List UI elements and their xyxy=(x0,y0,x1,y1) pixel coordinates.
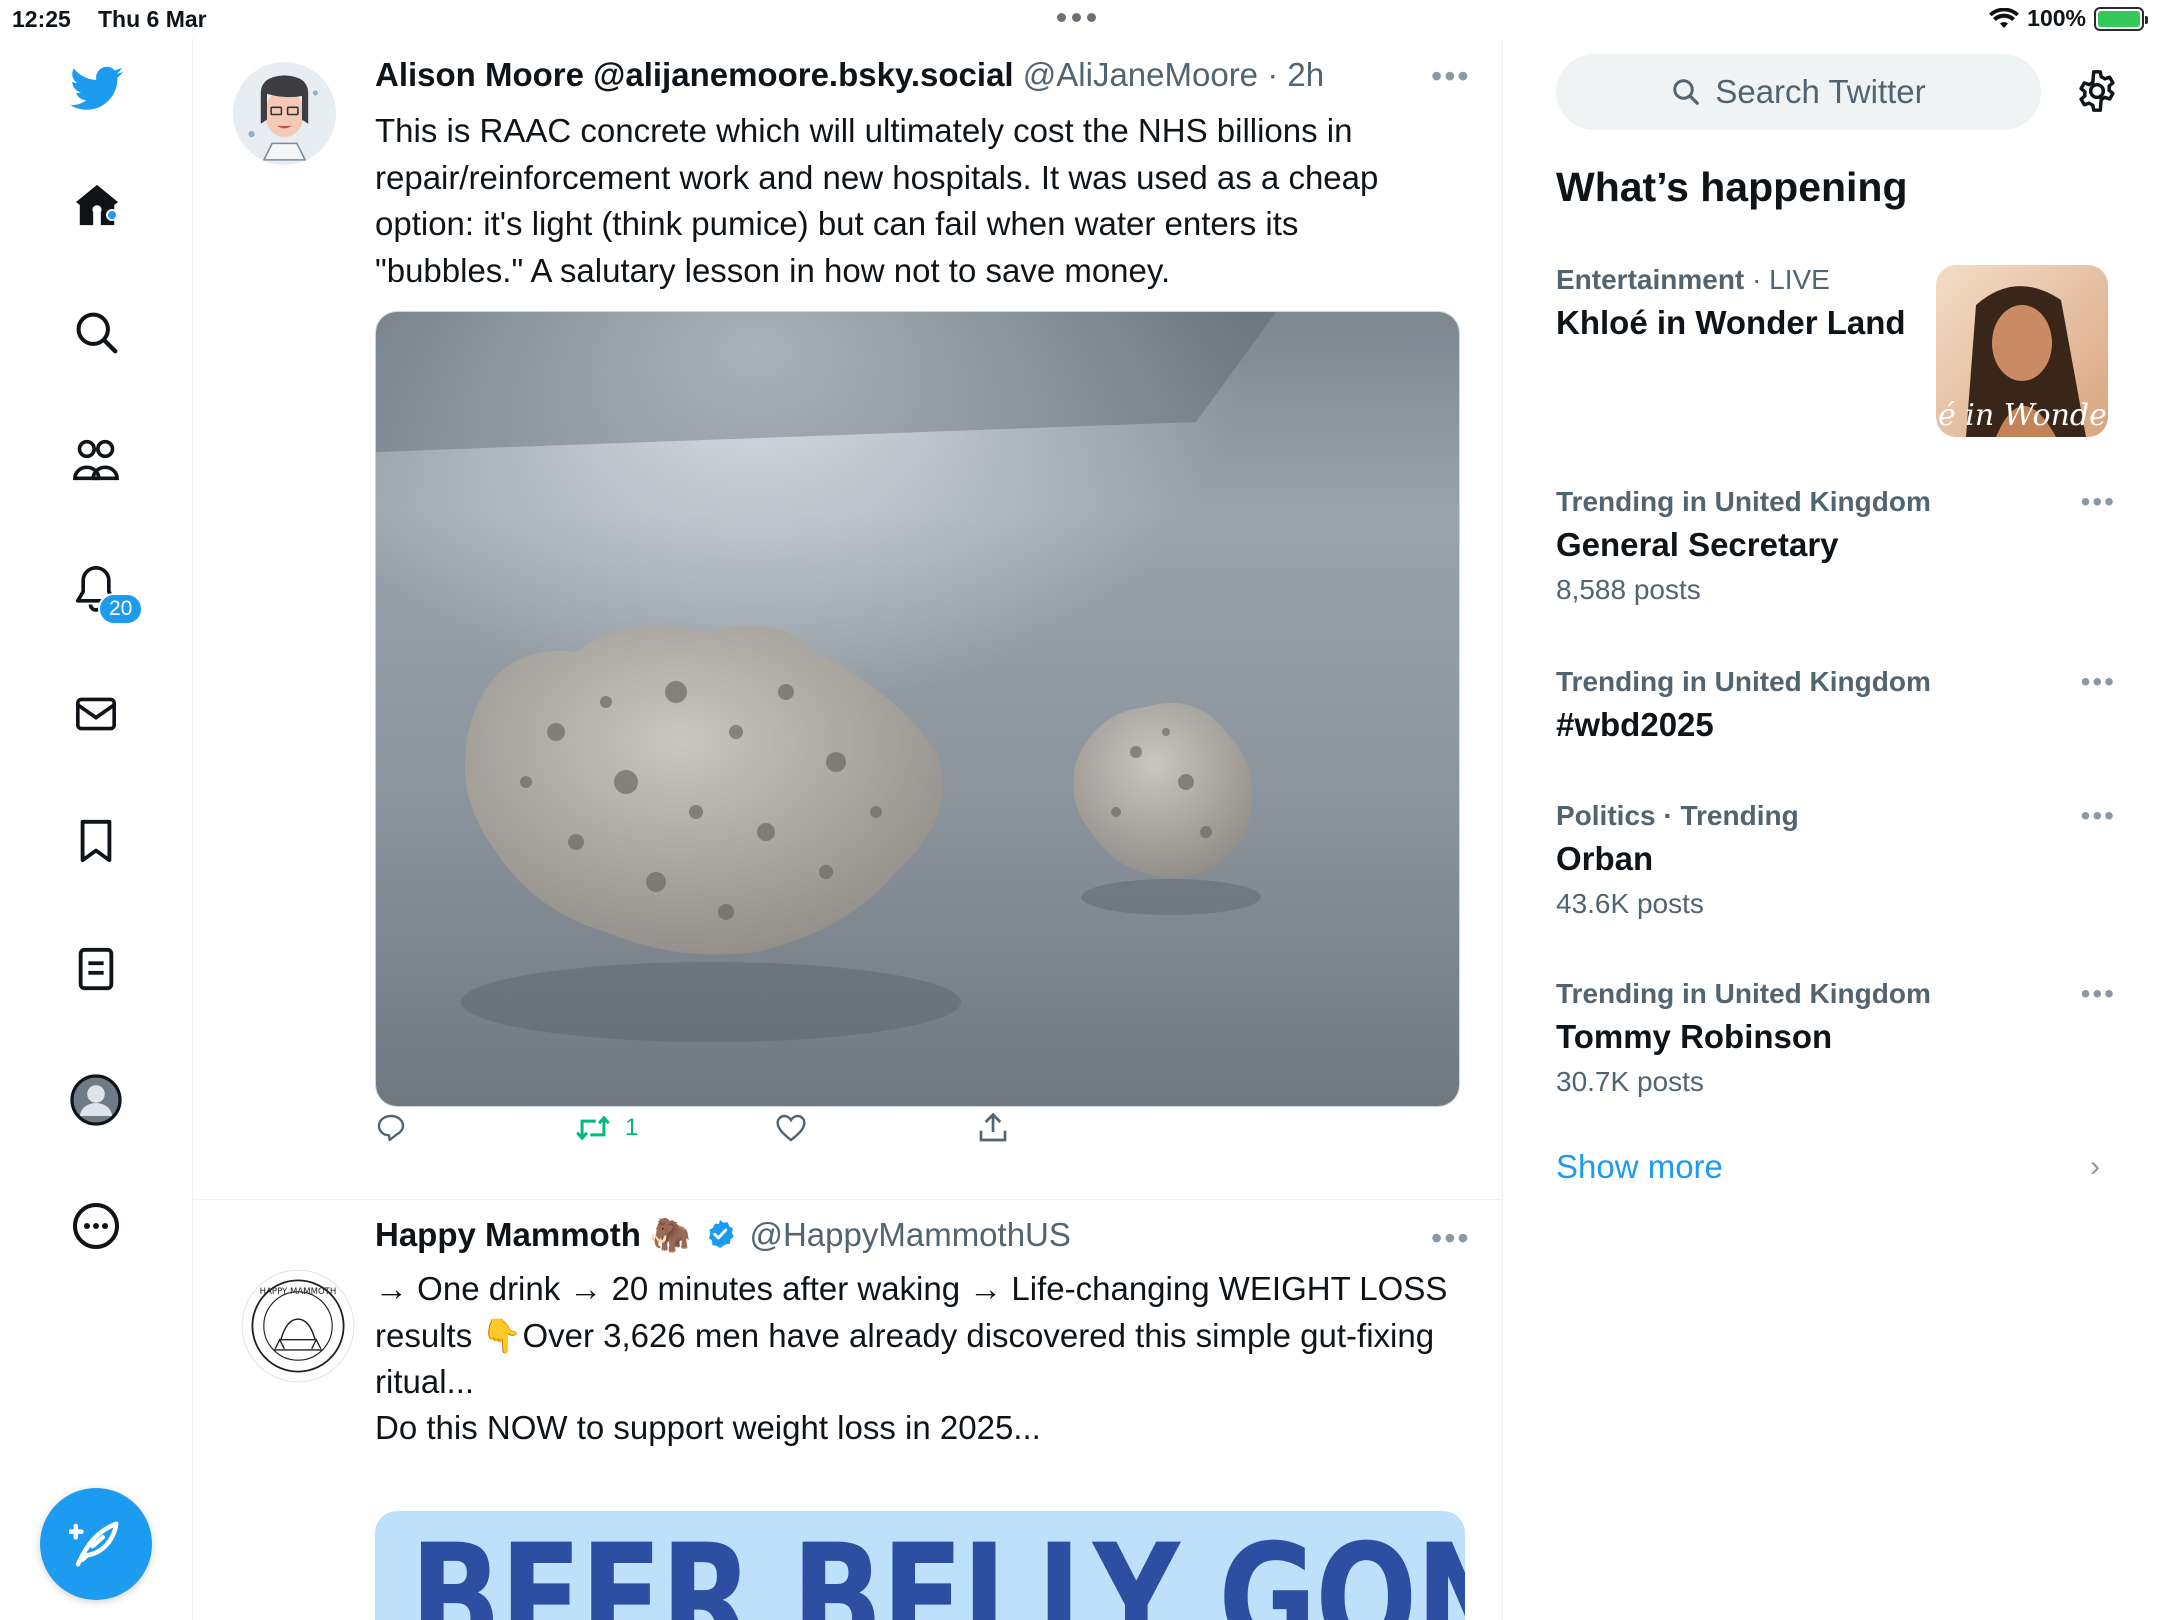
trend-item-orban[interactable]: Politics · Trending Orban 43.6K posts ••… xyxy=(1556,800,2116,920)
timeline[interactable]: Alison Moore @alijanemoore.bsky.social @… xyxy=(193,38,1503,1620)
multitasking-dots-icon[interactable] xyxy=(1057,13,1096,22)
trend-item-tommy-robinson[interactable]: Trending in United Kingdom Tommy Robinso… xyxy=(1556,978,2116,1098)
raac-concrete-photo[interactable] xyxy=(375,311,1460,1107)
share-button[interactable] xyxy=(978,1112,1008,1144)
trend-count: 43.6K posts xyxy=(1556,888,1704,919)
happy-mammoth-avatar[interactable]: HAPPY MAMMOTH xyxy=(241,1269,355,1383)
battery-percent: 100% xyxy=(2027,5,2086,31)
tweet-more-button[interactable]: ••• xyxy=(1431,1220,1471,1257)
ad-banner-text: BEER BELLY GONE xyxy=(410,1513,1465,1620)
twitter-logo-icon[interactable] xyxy=(70,66,124,112)
bookmarks-icon[interactable] xyxy=(78,818,114,864)
retweet-count: 1 xyxy=(625,1114,639,1141)
right-sidebar: Search Twitter What’s happening Entertai… xyxy=(1504,38,2160,1620)
verified-badge-icon xyxy=(709,1220,734,1248)
featured-image-caption: é in Wonder L xyxy=(1938,398,2108,433)
trend-count: 8,588 posts xyxy=(1556,574,1701,605)
trend-item-wbd2025[interactable]: Trending in United Kingdom #wbd2025 ••• xyxy=(1556,666,2116,744)
status-time: 12:25 xyxy=(12,6,71,32)
trend-more-button[interactable]: ••• xyxy=(2081,978,2116,1010)
reply-button[interactable] xyxy=(375,1112,407,1144)
tweet-header: Happy Mammoth 🦣 @HappyMammothUS xyxy=(375,1216,1071,1255)
search-icon[interactable] xyxy=(74,310,118,354)
trend-count: 30.7K posts xyxy=(1556,1066,1704,1097)
chevron-right-icon[interactable]: › xyxy=(2090,1150,2100,1184)
trend-title: #wbd2025 xyxy=(1556,706,1714,743)
author-name[interactable]: Alison Moore @alijanemoore.bsky.social xyxy=(375,56,1014,93)
trend-context: Trending in United Kingdom xyxy=(1556,666,1931,697)
retweet-button[interactable]: 1 xyxy=(575,1113,638,1143)
status-bar: 12:25 Thu 6 Mar 100% xyxy=(0,0,2160,38)
featured-live: · LIVE xyxy=(1752,264,1830,295)
tweet-divider xyxy=(193,1199,1502,1200)
alison-moore-avatar[interactable] xyxy=(233,62,336,165)
retweet-icon xyxy=(576,1115,610,1141)
profile-avatar-icon[interactable] xyxy=(70,1074,122,1126)
compose-feather-icon xyxy=(69,1521,119,1567)
tweet-text: This is RAAC concrete which will ultimat… xyxy=(375,112,1379,289)
reply-icon xyxy=(377,1114,405,1142)
featured-trend[interactable]: Entertainment · LIVE Khloé in Wonder Lan… xyxy=(1556,264,1936,342)
search-icon xyxy=(1673,79,1700,105)
tweet-header: Alison Moore @alijanemoore.bsky.social @… xyxy=(375,56,1324,94)
share-icon xyxy=(979,1112,1007,1142)
author-handle-time[interactable]: @AliJaneMoore · 2h xyxy=(1023,56,1324,93)
author-handle[interactable]: @HappyMammothUS xyxy=(749,1216,1070,1253)
trend-title: Tommy Robinson xyxy=(1556,1018,1833,1055)
featured-context: Entertainment · LIVE xyxy=(1556,264,1936,296)
like-button[interactable] xyxy=(775,1113,807,1143)
wifi-icon xyxy=(1989,7,2020,28)
mammoth-logo-text: HAPPY MAMMOTH xyxy=(260,1287,337,1297)
featured-category: Entertainment xyxy=(1556,264,1745,295)
show-more-link[interactable]: Show more xyxy=(1556,1148,1723,1186)
tweet-more-button[interactable]: ••• xyxy=(1431,58,1471,95)
settings-gear-icon[interactable] xyxy=(2074,68,2120,114)
featured-trend-image[interactable]: é in Wonder L xyxy=(1936,265,2108,437)
tweet-text: → One drink → 20 minutes after waking → … xyxy=(375,1270,1448,1400)
trend-item-general-secretary[interactable]: Trending in United Kingdom General Secre… xyxy=(1556,486,2116,606)
search-twitter-input[interactable]: Search Twitter xyxy=(1556,54,2041,130)
status-date: Thu 6 Mar xyxy=(98,6,207,32)
home-new-dot xyxy=(106,209,118,221)
left-navigation: 20 xyxy=(0,38,193,1620)
trend-more-button[interactable]: ••• xyxy=(2081,486,2116,518)
whats-happening-title: What’s happening xyxy=(1556,164,1908,210)
battery-icon xyxy=(2094,6,2148,31)
messages-envelope-icon[interactable] xyxy=(74,694,118,734)
more-options-icon[interactable] xyxy=(72,1202,120,1250)
search-placeholder: Search Twitter xyxy=(1715,73,1926,110)
beer-belly-ad-image[interactable]: BEER BELLY GONE xyxy=(375,1511,1465,1620)
status-indicators: 100% xyxy=(1989,5,2148,32)
tweet-text-cta: Do this NOW to support weight loss in 20… xyxy=(375,1409,1041,1446)
trend-title: Orban xyxy=(1556,840,1654,877)
trend-context: Trending in United Kingdom xyxy=(1556,978,1931,1009)
featured-title: Khloé in Wonder Land xyxy=(1556,304,1906,341)
communities-icon[interactable] xyxy=(72,438,120,482)
heart-icon xyxy=(776,1114,806,1142)
author-name[interactable]: Happy Mammoth 🦣 xyxy=(375,1216,691,1253)
trend-more-button[interactable]: ••• xyxy=(2081,666,2116,698)
trend-more-button[interactable]: ••• xyxy=(2081,800,2116,832)
trend-title: General Secretary xyxy=(1556,526,1839,563)
trend-context: Politics · Trending xyxy=(1556,800,1799,831)
trend-context: Trending in United Kingdom xyxy=(1556,486,1931,517)
lists-icon[interactable] xyxy=(76,946,116,992)
notifications-badge: 20 xyxy=(98,593,144,625)
compose-tweet-button[interactable] xyxy=(40,1488,152,1600)
